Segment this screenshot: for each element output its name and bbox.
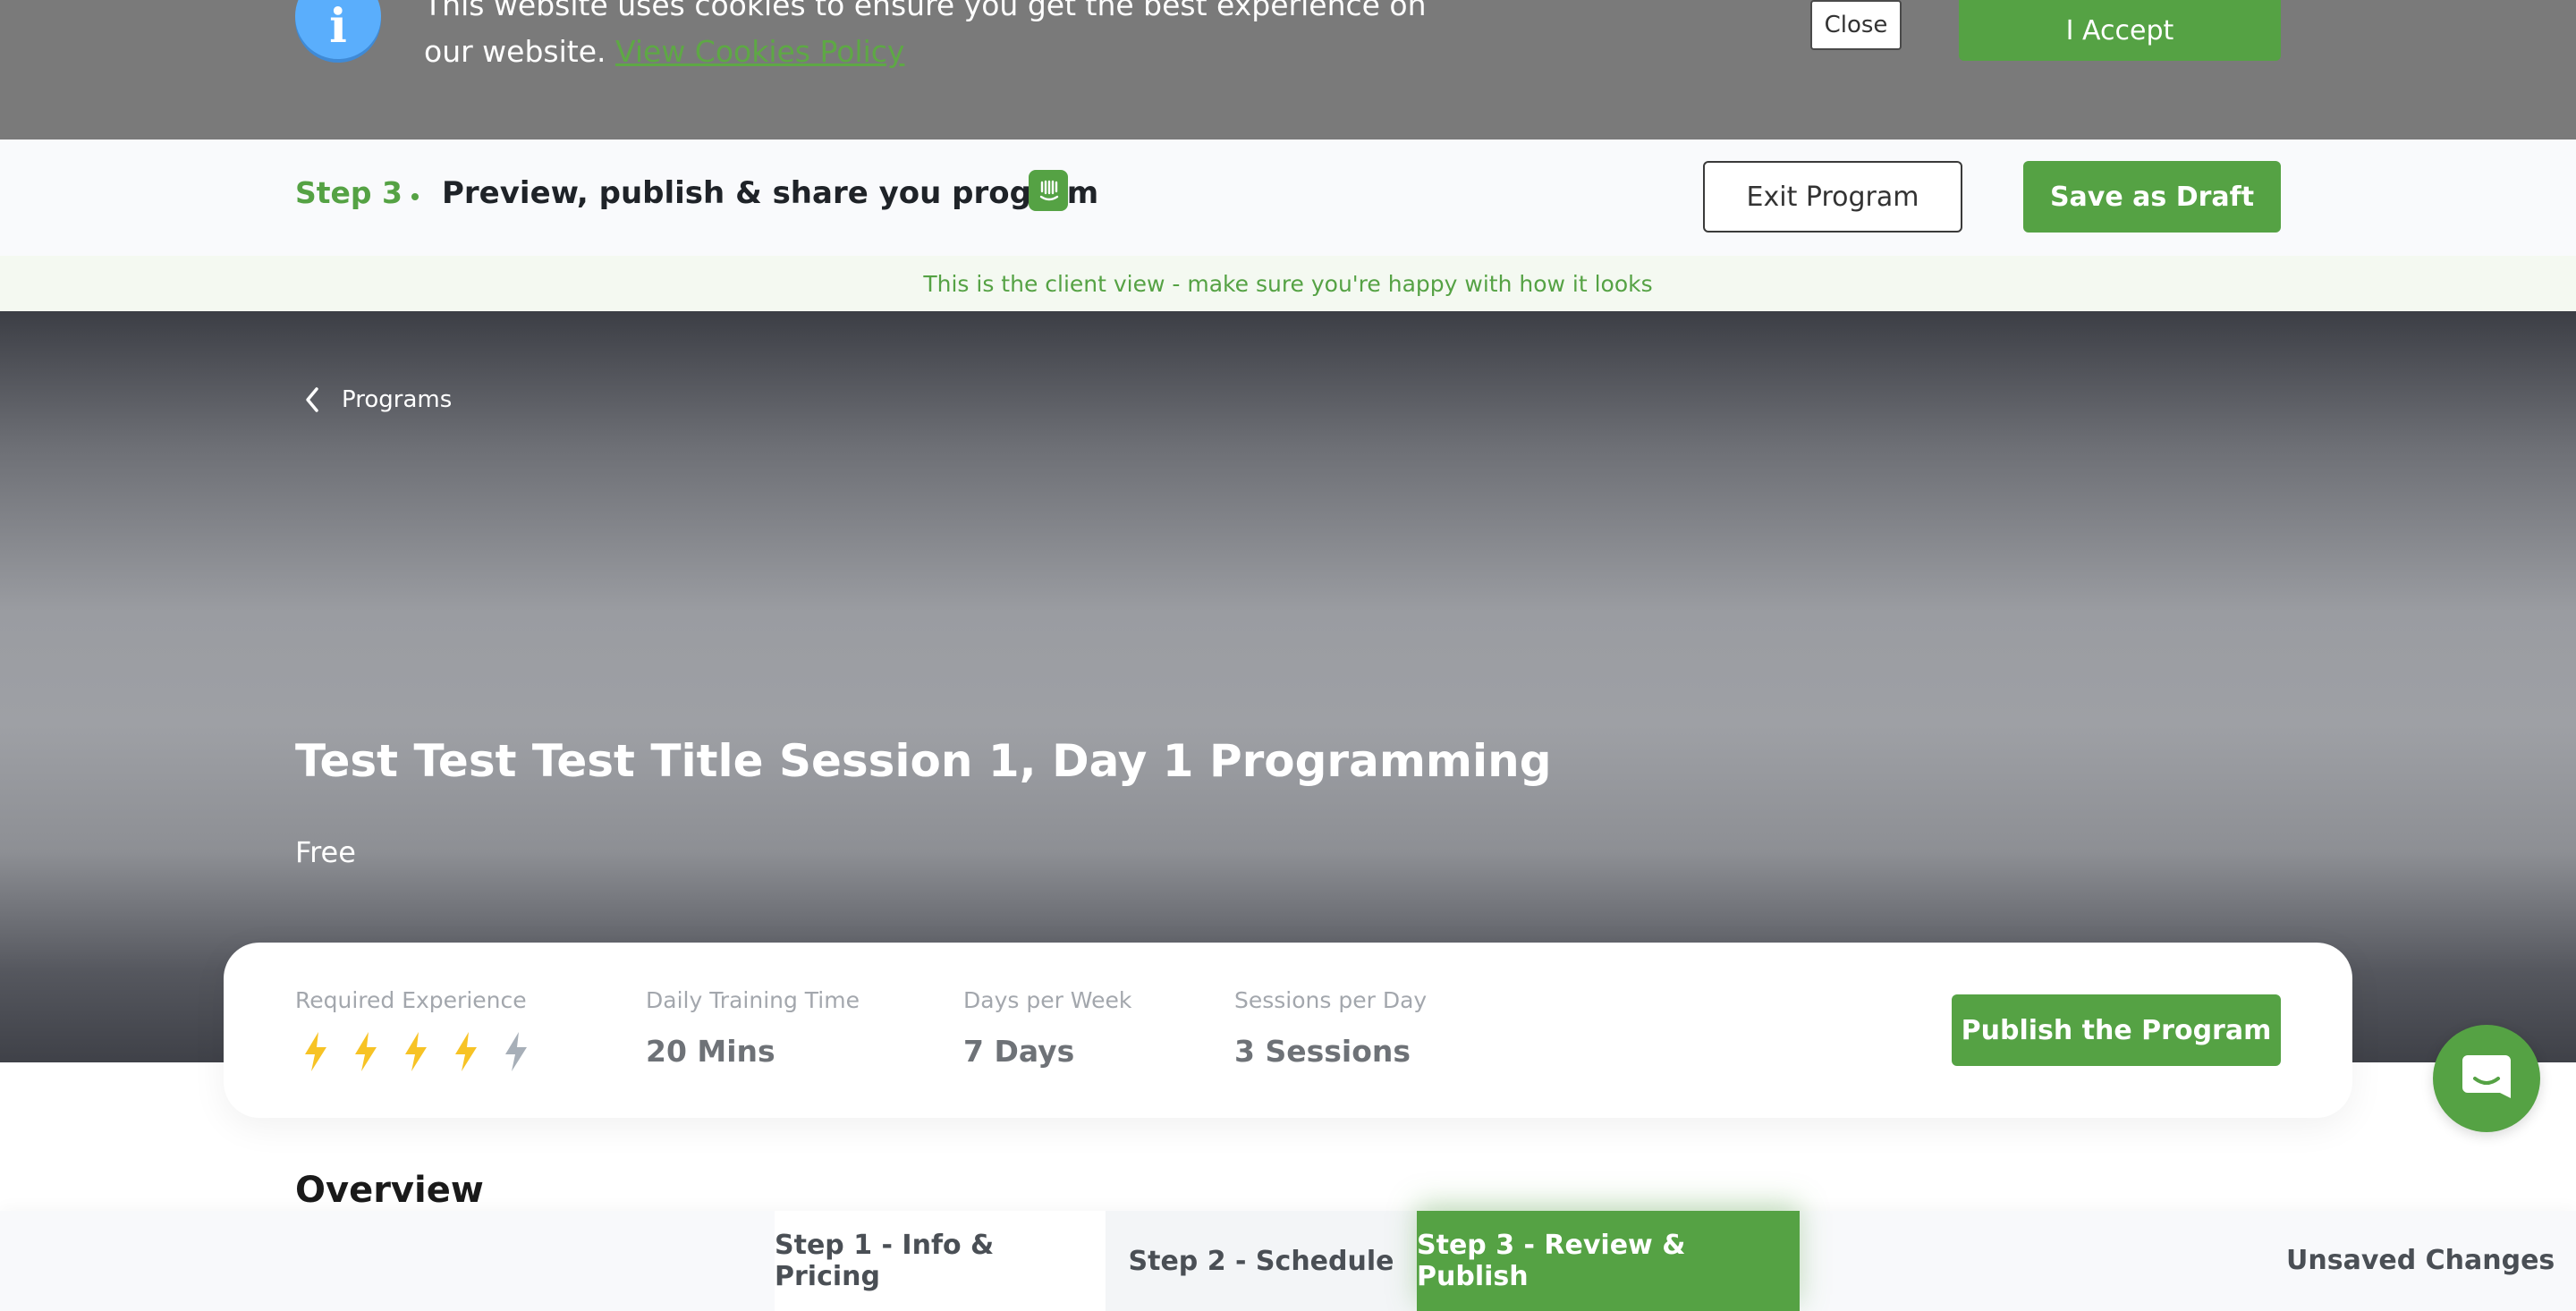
intercom-icon[interactable] — [1029, 170, 1068, 211]
lightning-bolt-icon — [405, 1032, 427, 1071]
cookie-policy-link[interactable]: View Cookies Policy — [615, 34, 904, 69]
step-title: Preview, publish & share you program — [442, 175, 1099, 211]
info-glyph: i — [329, 0, 347, 54]
program-price: Free — [295, 835, 356, 869]
overview-heading: Overview — [295, 1170, 484, 1211]
back-link-label: Programs — [342, 386, 453, 413]
chevron-left-icon — [306, 387, 318, 412]
tab-step-2[interactable]: Step 2 - Schedule — [1106, 1211, 1417, 1311]
tab-step-1[interactable]: Step 1 - Info & Pricing — [775, 1211, 1106, 1311]
days-per-week-value: 7 Days — [963, 1034, 1075, 1069]
experience-label: Required Experience — [295, 987, 527, 1013]
exit-program-button[interactable]: Exit Program — [1703, 161, 1962, 233]
step-separator-dot — [411, 193, 419, 200]
back-to-programs-link[interactable]: Programs — [304, 386, 452, 413]
sessions-per-day-label: Sessions per Day — [1234, 987, 1428, 1013]
lightning-bolt-icon — [455, 1032, 477, 1071]
client-view-notice: This is the client view - make sure you'… — [0, 256, 2576, 311]
info-icon: i — [295, 0, 381, 59]
unsaved-changes-status: Unsaved Changes — [2286, 1245, 2555, 1276]
cookie-text: This website uses cookies to ensure you … — [424, 0, 1427, 69]
cookie-banner: i This website uses cookies to ensure yo… — [0, 0, 2576, 140]
publish-program-button[interactable]: Publish the Program — [1952, 994, 2281, 1066]
sessions-per-day-value: 3 Sessions — [1234, 1034, 1411, 1069]
program-title: Test Test Test Title Session 1, Day 1 Pr… — [295, 735, 1552, 787]
step-label: Step 3 — [295, 175, 402, 210]
days-per-week-label: Days per Week — [963, 987, 1132, 1013]
cookie-message: This website uses cookies to ensure you … — [424, 0, 1444, 75]
training-time-value: 20 Mins — [646, 1034, 775, 1069]
lightning-bolt-icon — [505, 1032, 527, 1071]
lightning-bolt-icon — [305, 1032, 326, 1071]
chat-icon[interactable] — [2433, 1025, 2540, 1132]
save-draft-button[interactable]: Save as Draft — [2023, 161, 2281, 233]
lightning-bolt-icon — [355, 1032, 377, 1071]
training-time-label: Daily Training Time — [646, 987, 860, 1013]
tab-step-3[interactable]: Step 3 - Review & Publish — [1417, 1211, 1800, 1311]
experience-rating — [301, 1030, 531, 1073]
cookie-accept-button[interactable]: I Accept — [1959, 0, 2281, 61]
cookie-close-button[interactable]: Close — [1810, 0, 1902, 50]
